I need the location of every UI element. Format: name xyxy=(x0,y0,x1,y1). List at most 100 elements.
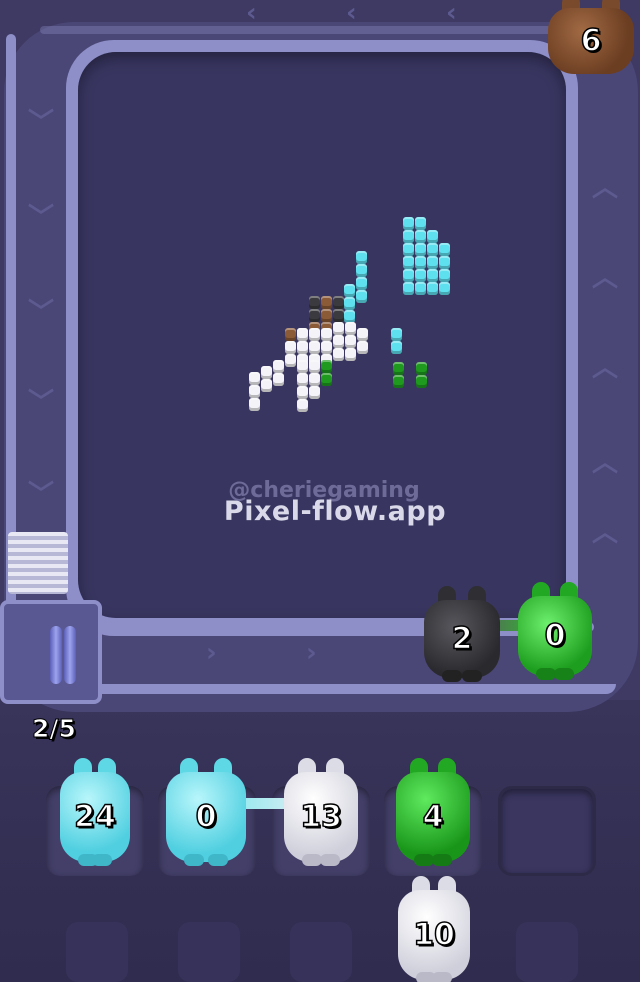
chevron-up-icon: ︿ xyxy=(592,353,619,383)
pixel-block xyxy=(356,251,367,264)
pixel-block xyxy=(415,282,426,295)
pixel-block xyxy=(285,341,296,354)
unit-count: 6 xyxy=(580,23,602,60)
unit-count: 4 xyxy=(422,799,444,836)
pixel-block xyxy=(333,335,344,348)
pixel-block xyxy=(261,379,272,392)
pixel-block xyxy=(356,290,367,303)
queue-slot xyxy=(178,922,240,982)
chevron-right-icon: › xyxy=(206,638,217,668)
queued-unit-white[interactable]: 10 xyxy=(398,876,470,982)
pixel-block xyxy=(273,373,284,386)
chevron-left-icon: ‹ xyxy=(346,0,357,28)
empty-slot[interactable] xyxy=(498,786,596,876)
pixel-block xyxy=(321,309,332,322)
unit-count: 13 xyxy=(299,799,342,836)
pixel-block xyxy=(297,386,308,399)
conveyor-unit-brown[interactable]: 6 xyxy=(548,0,634,74)
unit-count: 0 xyxy=(195,799,217,836)
chevron-down-icon: ﹀ xyxy=(28,298,55,328)
pixel-block xyxy=(427,230,438,243)
slot-unit-white[interactable]: 13 xyxy=(284,758,358,866)
pixel-block xyxy=(403,256,414,269)
pixel-block xyxy=(427,256,438,269)
pixel-block xyxy=(333,348,344,361)
chevron-up-icon: ︿ xyxy=(592,518,619,548)
pixel-block xyxy=(344,284,355,297)
pixel-block xyxy=(415,269,426,282)
pixel-block xyxy=(309,360,320,373)
chevron-left-icon: ‹ xyxy=(246,0,257,28)
slot-unit-cyan[interactable]: 24 xyxy=(60,758,130,866)
pixel-block xyxy=(345,322,356,335)
pixel-block xyxy=(439,269,450,282)
pixel-block xyxy=(356,264,367,277)
pixel-block xyxy=(415,256,426,269)
pixel-block xyxy=(356,277,367,290)
pixel-block xyxy=(321,360,332,373)
pixel-block xyxy=(321,296,332,309)
slot-indicator: 2/5 xyxy=(32,714,77,744)
spool xyxy=(50,626,62,684)
pixel-block xyxy=(261,366,272,379)
chevron-up-icon: ︿ xyxy=(592,173,619,203)
unit-count: 10 xyxy=(412,917,455,954)
pixel-block xyxy=(345,335,356,348)
pixel-block xyxy=(285,354,296,367)
pixel-block xyxy=(309,373,320,386)
slot-unit-cyan[interactable]: 0 xyxy=(166,758,246,866)
conveyor-unit-black[interactable]: 2 xyxy=(424,586,500,682)
pixel-block xyxy=(309,386,320,399)
queue-slot xyxy=(290,922,352,982)
pixel-block xyxy=(391,328,402,341)
pixel-block xyxy=(345,348,356,361)
game-stage: ﹀ ﹀ ﹀ ﹀ ﹀ ︿ ︿ ︿ ︿ ︿ ‹ ‹ ‹ › › @cheriegam… xyxy=(0,0,640,982)
pixel-block xyxy=(403,243,414,256)
pixel-block xyxy=(321,341,332,354)
outer-rail-left xyxy=(6,34,16,614)
pixel-block xyxy=(415,230,426,243)
pixel-block xyxy=(249,385,260,398)
chevron-down-icon: ﹀ xyxy=(28,108,55,138)
pixel-block xyxy=(321,373,332,386)
pixel-block xyxy=(249,372,260,385)
pixel-block xyxy=(297,328,308,341)
pixel-block xyxy=(403,230,414,243)
pixel-block xyxy=(427,282,438,295)
unit-count: 0 xyxy=(544,618,566,655)
spool xyxy=(64,626,76,684)
slot-unit-green[interactable]: 4 xyxy=(396,758,470,866)
chevron-left-icon: ‹ xyxy=(446,0,457,28)
pixel-block xyxy=(439,256,450,269)
pixel-block xyxy=(357,328,368,341)
pixel-block xyxy=(357,341,368,354)
entry-stairs xyxy=(8,532,68,594)
pixel-block xyxy=(439,282,450,295)
outer-rail-top xyxy=(40,26,560,34)
chevron-right-icon: › xyxy=(306,638,317,668)
pixel-block xyxy=(403,269,414,282)
pixel-block xyxy=(393,375,404,388)
conveyor-unit-green[interactable]: 0 xyxy=(518,582,592,680)
pixel-block xyxy=(344,297,355,310)
pixel-block xyxy=(333,322,344,335)
bottom-rail-outer xyxy=(96,684,616,694)
pixel-block xyxy=(321,328,332,341)
pixel-block xyxy=(249,398,260,411)
pixel-block xyxy=(427,269,438,282)
unit-count: 24 xyxy=(73,799,116,836)
pixel-block xyxy=(403,282,414,295)
pixel-block xyxy=(415,243,426,256)
pixel-block xyxy=(439,243,450,256)
unit-count: 2 xyxy=(451,621,473,658)
pixel-block xyxy=(333,309,344,322)
chevron-up-icon: ︿ xyxy=(592,448,619,478)
pixel-block xyxy=(416,362,427,375)
chevron-down-icon: ﹀ xyxy=(28,203,55,233)
pixel-block xyxy=(309,328,320,341)
watermark-site: Pixel-flow.app xyxy=(223,496,447,527)
pixel-block xyxy=(297,360,308,373)
pixel-block xyxy=(297,373,308,386)
pixel-block xyxy=(285,328,296,341)
pixel-block xyxy=(415,217,426,230)
